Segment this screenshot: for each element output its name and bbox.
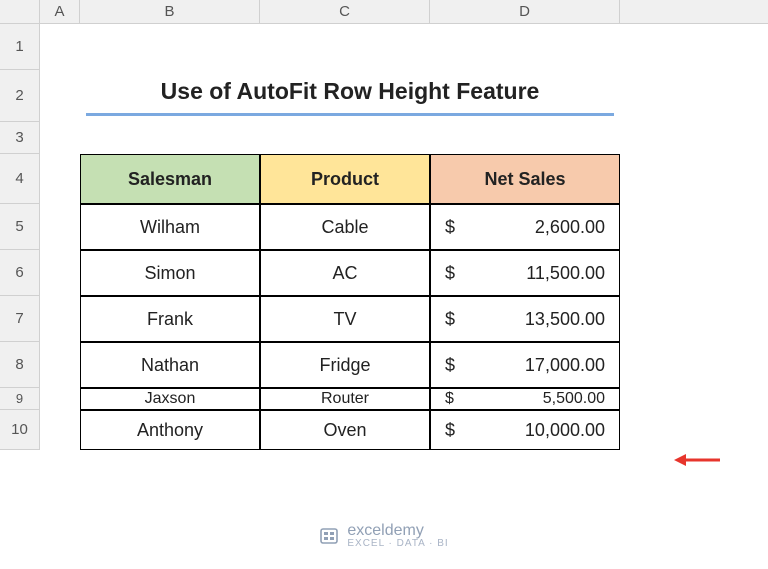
currency-symbol: $ [445,309,455,330]
cell-product[interactable]: Oven [260,410,430,450]
cell-netsales[interactable]: $ 13,500.00 [430,296,620,342]
netsales-value: 10,000.00 [525,420,605,441]
currency-symbol: $ [445,217,455,238]
brand-tagline: EXCEL · DATA · BI [347,539,448,549]
col-header-b[interactable]: B [80,0,260,24]
cell-product[interactable]: AC [260,250,430,296]
header-netsales[interactable]: Net Sales [430,154,620,204]
cell-product[interactable]: Fridge [260,342,430,388]
currency-symbol: $ [445,420,455,441]
netsales-value: 17,000.00 [525,355,605,376]
row-header-9[interactable]: 9 [0,388,40,410]
col-header-c[interactable]: C [260,0,430,24]
row-header-2[interactable]: 2 [0,70,40,122]
cell-netsales[interactable]: $ 17,000.00 [430,342,620,388]
netsales-value: 5,500.00 [543,390,605,408]
cell-salesman[interactable]: Nathan [80,342,260,388]
row-header-10[interactable]: 10 [0,410,40,450]
col-header-d[interactable]: D [430,0,620,24]
row-header-5[interactable]: 5 [0,204,40,250]
row-header-8[interactable]: 8 [0,342,40,388]
cell-salesman[interactable]: Simon [80,250,260,296]
netsales-value: 13,500.00 [525,309,605,330]
header-product[interactable]: Product [260,154,430,204]
currency-symbol: $ [445,263,455,284]
cell-salesman[interactable]: Jaxson [80,388,260,410]
header-salesman[interactable]: Salesman [80,154,260,204]
currency-symbol: $ [445,390,454,408]
arrow-left-icon [674,452,720,468]
netsales-value: 11,500.00 [526,263,605,284]
row-header-3[interactable]: 3 [0,122,40,154]
cell-netsales[interactable]: $ 10,000.00 [430,410,620,450]
cell-netsales[interactable]: $ 5,500.00 [430,388,620,410]
page-title: Use of AutoFit Row Height Feature [86,70,614,116]
col-header-a[interactable]: A [40,0,80,24]
cell-netsales[interactable]: $ 2,600.00 [430,204,620,250]
cell-salesman[interactable]: Wilham [80,204,260,250]
row-header-7[interactable]: 7 [0,296,40,342]
logo-icon [319,526,339,546]
cell-product[interactable]: Cable [260,204,430,250]
cell-netsales[interactable]: $ 11,500.00 [430,250,620,296]
select-all-corner[interactable] [0,0,40,24]
row-header-1[interactable]: 1 [0,24,40,70]
netsales-value: 2,600.00 [535,217,605,238]
row-header-4[interactable]: 4 [0,154,40,204]
brand-footer: exceldemy EXCEL · DATA · BI [0,523,768,549]
row-header-6[interactable]: 6 [0,250,40,296]
cell-salesman[interactable]: Frank [80,296,260,342]
currency-symbol: $ [445,355,455,376]
cell-salesman[interactable]: Anthony [80,410,260,450]
cell-product[interactable]: TV [260,296,430,342]
spreadsheet-grid: A B C D 1 2 3 4 5 6 7 8 9 10 Use of Auto… [0,0,768,450]
cell-product[interactable]: Router [260,388,430,410]
brand-name: exceldemy [347,523,448,539]
